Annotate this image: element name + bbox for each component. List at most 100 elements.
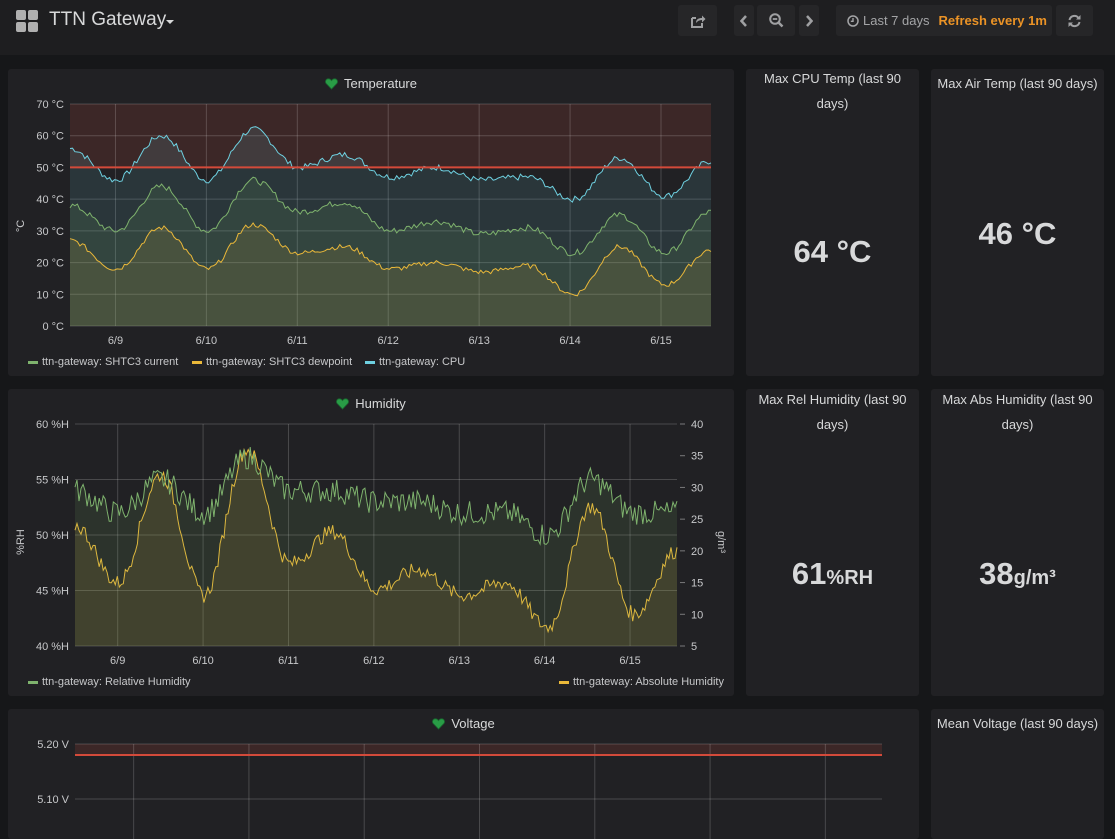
stat-value: 64 °C <box>746 234 919 270</box>
legend-swatch <box>28 680 38 684</box>
x-tick-label: 6/14 <box>559 335 580 347</box>
stat-title[interactable]: Max Abs Humidity (last 90 days) <box>935 387 1100 437</box>
share-button[interactable] <box>678 5 717 36</box>
y-axis-label: °C <box>15 220 27 232</box>
stat-value: 38g/m³ <box>931 556 1104 592</box>
clock-icon <box>847 14 859 27</box>
x-tick-label: 6/9 <box>108 335 123 347</box>
stat-title[interactable]: Mean Voltage (last 90 days) <box>935 711 1100 736</box>
y-tick-label-left: 50 %H <box>36 530 69 542</box>
mean-voltage-panel: Mean Voltage (last 90 days) <box>931 709 1104 839</box>
legend-label: ttn-gateway: Relative Humidity <box>42 676 191 688</box>
x-tick-label: 6/14 <box>534 655 555 667</box>
stat-value: 46 °C <box>931 216 1104 252</box>
rel-humidity-area <box>75 447 677 646</box>
y-tick-label: 70 °C <box>36 99 64 111</box>
legend-swatch <box>558 680 569 684</box>
x-tick-label: 6/11 <box>278 655 299 667</box>
dashboard-title[interactable]: TTN Gateway <box>49 9 166 31</box>
x-tick-label: 6/12 <box>363 655 384 667</box>
max-cpu-temp-panel: Max CPU Temp (last 90 days) 64 °C <box>746 69 919 376</box>
y-tick-label-right: 15 <box>691 578 703 590</box>
x-tick-label: 6/11 <box>287 335 308 347</box>
top-navbar: TTN Gateway Last 7 days Refresh every 1m <box>0 0 1115 55</box>
y-tick-label-right: 40 <box>691 419 703 431</box>
legend-label: ttn-gateway: SHTC3 current <box>42 356 179 368</box>
stat-title[interactable]: Max Air Temp (last 90 days) <box>935 71 1100 96</box>
voltage-chart[interactable]: 5.20 V 5.10 V <box>8 709 919 839</box>
y-tick-label: 5.10 V <box>37 794 69 806</box>
threshold-region <box>75 744 882 755</box>
y-tick-label: 40 °C <box>36 194 64 206</box>
temperature-chart[interactable]: °C 70 °C 60 °C 50 °C 40 °C 30 °C 20 °C 10 °C 0 … <box>8 69 734 376</box>
legend-swatch <box>192 360 202 364</box>
zoom-out-icon <box>768 13 783 28</box>
x-tick-label: 6/15 <box>619 655 640 667</box>
y-tick-label-right: 10 <box>691 609 703 621</box>
y-tick-label-left: 40 %H <box>36 641 69 653</box>
y-tick-label: 10 °C <box>36 289 64 301</box>
y-tick-label-right: 5 <box>691 641 697 653</box>
stat-unit: °C <box>828 234 872 269</box>
voltage-panel: Voltage 5.20 V 5.10 V <box>8 709 919 839</box>
legend-label: ttn-gateway: CPU <box>379 356 466 368</box>
max-abs-humidity-panel: Max Abs Humidity (last 90 days) 38g/m³ <box>931 389 1104 696</box>
refresh-interval-label: Refresh every 1m <box>938 13 1047 28</box>
max-air-temp-panel: Max Air Temp (last 90 days) 46 °C <box>931 69 1104 376</box>
x-tick-label: 6/10 <box>196 335 217 347</box>
y-tick-label-left: 45 %H <box>36 586 69 598</box>
y-tick-label-right: 35 <box>691 451 703 463</box>
max-rel-humidity-panel: Max Rel Humidity (last 90 days) 61%RH <box>746 389 919 696</box>
y-tick-label-right: 20 <box>691 546 703 558</box>
legend-item-relative-humidity[interactable]: ttn-gateway: Relative Humidity <box>28 676 191 688</box>
y-tick-label: 60 °C <box>36 131 64 143</box>
legend-swatch <box>28 360 38 364</box>
chevron-right-icon <box>806 14 813 27</box>
chevron-down-icon[interactable] <box>166 20 174 24</box>
legend-label: ttn-gateway: Absolute Humidity <box>572 676 724 688</box>
time-shift-back-button[interactable] <box>734 5 754 36</box>
refresh-button[interactable] <box>1056 5 1093 36</box>
y-tick-label-right: 30 <box>691 482 703 494</box>
y-tick-label: 20 °C <box>36 258 64 270</box>
y-tick-label-left: 55 %H <box>36 475 69 487</box>
stat-unit: g/m³ <box>1013 567 1056 589</box>
humidity-panel: Humidity %RH g/m³ 60 %H 55 %H 50 %H 45 %H 40… <box>8 389 734 696</box>
legend-item-absolute-humidity[interactable]: ttn-gateway: Absolute Humidity <box>558 676 724 688</box>
stat-number: 64 <box>793 234 829 269</box>
refresh-icon <box>1068 14 1081 27</box>
stat-number: 46 <box>978 216 1014 251</box>
x-tick-label: 6/13 <box>449 655 470 667</box>
stat-number: 61 <box>791 556 827 591</box>
humidity-chart[interactable]: %RH g/m³ 60 %H 55 %H 50 %H 45 %H 40 %H 40 35 30… <box>8 389 734 696</box>
legend-item-current[interactable]: ttn-gateway: SHTC3 current <box>28 356 178 368</box>
temperature-panel: Temperature °C 70 °C 60 °C 50 °C 40 °C 30 °C… <box>8 69 734 376</box>
x-tick-label: 6/12 <box>378 335 399 347</box>
legend-swatch <box>365 360 375 364</box>
y-tick-label: 50 °C <box>36 162 64 174</box>
y-tick-label-right: 25 <box>691 514 703 526</box>
y-tick-label-left: 60 %H <box>36 419 69 431</box>
y-tick-label: 30 °C <box>36 226 64 238</box>
x-tick-label: 6/13 <box>468 335 489 347</box>
time-range-label: Last 7 days <box>863 13 930 28</box>
legend-item-dewpoint[interactable]: ttn-gateway: SHTC3 dewpoint <box>192 356 352 368</box>
y-axis-label-right: g/m³ <box>715 531 727 553</box>
chevron-left-icon <box>740 14 747 27</box>
time-range-picker[interactable]: Last 7 days Refresh every 1m <box>836 5 1052 36</box>
x-tick-label: 6/9 <box>110 655 125 667</box>
y-axis-label-left: %RH <box>15 529 27 555</box>
dashboard-grid-icon[interactable] <box>16 10 38 32</box>
stat-number: 38 <box>979 556 1014 591</box>
stat-title[interactable]: Max CPU Temp (last 90 days) <box>750 66 915 116</box>
stat-title[interactable]: Max Rel Humidity (last 90 days) <box>750 387 915 437</box>
zoom-out-button[interactable] <box>757 5 795 36</box>
legend-item-cpu[interactable]: ttn-gateway: CPU <box>365 356 465 368</box>
stat-unit: °C <box>1013 216 1057 251</box>
time-shift-forward-button[interactable] <box>799 5 819 36</box>
x-tick-label: 6/10 <box>192 655 213 667</box>
stat-value: 61%RH <box>746 556 919 592</box>
x-tick-label: 6/15 <box>650 335 671 347</box>
stat-unit: %RH <box>826 567 874 589</box>
y-tick-label: 5.20 V <box>37 739 69 751</box>
